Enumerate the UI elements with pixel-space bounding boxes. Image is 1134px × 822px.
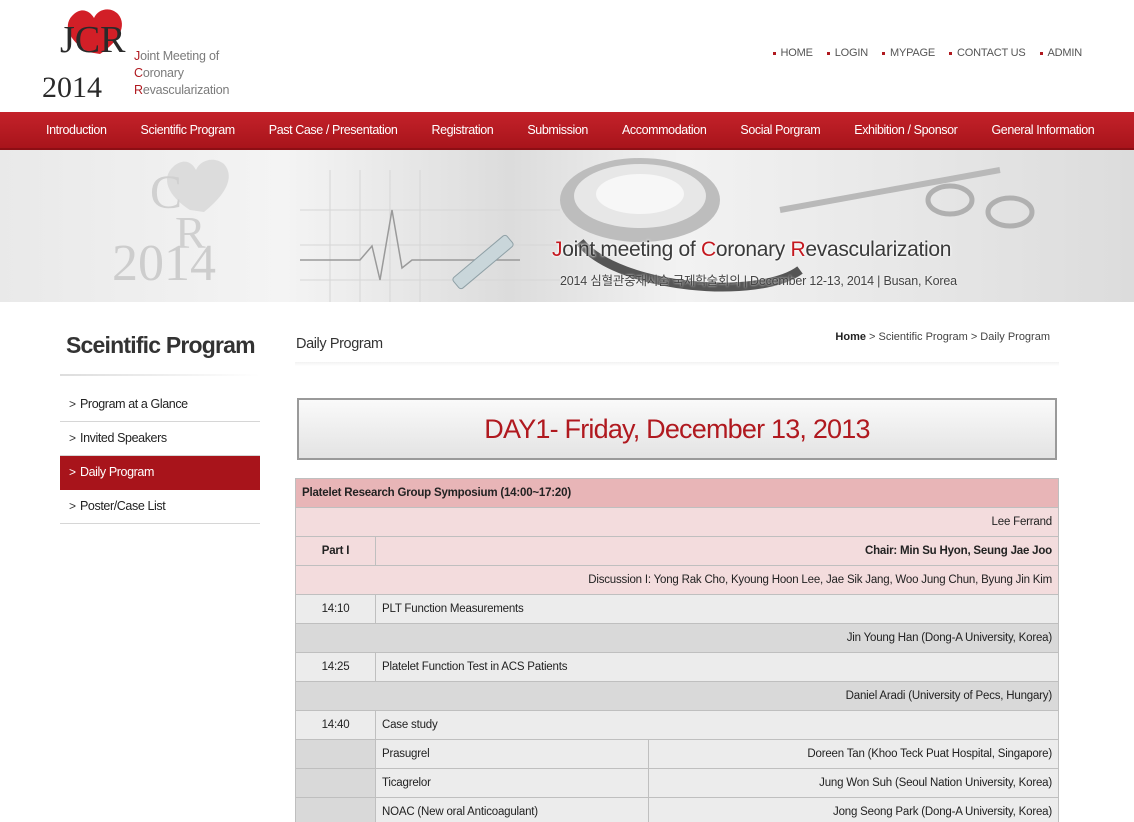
nav-accommodation[interactable]: Accommodation [622, 123, 707, 137]
table-row: 14:25 Platelet Function Test in ACS Pati… [295, 652, 1059, 682]
breadcrumb-home[interactable]: Home [835, 331, 866, 343]
nav-registration[interactable]: Registration [431, 123, 493, 137]
nav-submission[interactable]: Submission [527, 123, 588, 137]
nav-past-case[interactable]: Past Case / Presentation [269, 123, 398, 137]
breadcrumb: Home > Scientific Program > Daily Progra… [835, 331, 1050, 343]
admin-link[interactable]: ADMIN [1039, 47, 1082, 59]
banner-title: Joint meeting of Coronary Revascularizat… [552, 238, 952, 261]
nav-general-information[interactable]: General Information [991, 123, 1094, 137]
case-speaker: Jong Seong Park (Dong-A University, Kore… [648, 797, 1059, 822]
table-row: Daniel Aradi (University of Pecs, Hungar… [295, 681, 1059, 711]
site-header: JCR 2014 Joint Meeting of Coronary Revas… [0, 0, 1134, 112]
bullet-icon [1039, 51, 1043, 55]
case-title: Prasugrel [375, 739, 649, 769]
table-row: Platelet Research Group Symposium (14:00… [295, 478, 1059, 508]
talk-title: Case study [375, 710, 1059, 740]
sidebar-item-invited-speakers[interactable]: > Invited Speakers [60, 422, 260, 456]
utility-links: HOME LOGIN MYPAGE CONTACT US ADMIN [772, 47, 1082, 59]
logo-letter-c: JCR [60, 19, 126, 61]
table-row: 14:40 Case study [295, 710, 1059, 740]
logo-mark-icon: JCR 2014 [42, 9, 126, 104]
table-row: 14:10 PLT Function Measurements [295, 594, 1059, 624]
logo-initial-c: C [134, 66, 143, 80]
sidebar-item-daily-program[interactable]: > Daily Program [60, 456, 260, 490]
nav-social-program[interactable]: Social Porgram [740, 123, 820, 137]
table-row: Jin Young Han (Dong-A University, Korea) [295, 623, 1059, 653]
nav-introduction[interactable]: Introduction [46, 123, 107, 137]
chevron-right-icon: > [69, 431, 76, 445]
talk-speaker: Daniel Aradi (University of Pecs, Hungar… [295, 681, 1059, 711]
session-organizer: Lee Ferrand [295, 507, 1059, 537]
part-label: Part I [295, 536, 376, 566]
logo-line2: oronary [142, 66, 184, 80]
logo-initial-r: R [134, 83, 143, 97]
nav-scientific-program[interactable]: Scientific Program [141, 123, 236, 137]
talk-title: PLT Function Measurements [375, 594, 1059, 624]
session-header: Platelet Research Group Symposium (14:00… [295, 478, 1059, 508]
talk-time: 14:10 [295, 594, 376, 624]
table-row: Lee Ferrand [295, 507, 1059, 537]
program-table: Platelet Research Group Symposium (14:00… [295, 478, 1059, 822]
banner-subtitle: 2014 심혈관중재시술 국제학술회의 | December 12-13, 20… [560, 274, 957, 288]
empty-cell [295, 768, 376, 798]
login-link[interactable]: LOGIN [826, 47, 868, 59]
logo-line1: oint Meeting of [140, 49, 220, 63]
table-row: Discussion I: Yong Rak Cho, Kyoung Hoon … [295, 565, 1059, 595]
nav-exhibition-sponsor[interactable]: Exhibition / Sponsor [854, 123, 958, 137]
talk-time: 14:25 [295, 652, 376, 682]
case-title: Ticagrelor [375, 768, 649, 798]
talk-title: Platelet Function Test in ACS Patients [375, 652, 1059, 682]
day-heading-box: DAY1- Friday, December 13, 2013 [297, 398, 1057, 460]
divider [295, 362, 1059, 366]
chevron-right-icon: > [69, 499, 76, 513]
logo-year: 2014 [42, 71, 102, 104]
talk-speaker: Jin Young Han (Dong-A University, Korea) [295, 623, 1059, 653]
chevron-right-icon: > [69, 465, 76, 479]
part-chair: Chair: Min Su Hyon, Seung Jae Joo [375, 536, 1059, 566]
site-logo[interactable]: JCR 2014 Joint Meeting of Coronary Revas… [38, 4, 238, 104]
main-nav: Introduction Scientific Program Past Cas… [0, 112, 1134, 150]
home-link[interactable]: HOME [772, 47, 813, 59]
sidebar-menu: > Program at a Glance > Invited Speakers >… [60, 388, 260, 524]
contact-us-link[interactable]: CONTACT US [949, 47, 1026, 59]
banner-watermark-year: 2014 [112, 235, 216, 292]
sidebar-title: Sceintific Program [66, 332, 256, 358]
hero-banner: C R 2014 Joint meeting of Coronary Revas… [0, 150, 1134, 302]
logo-line3: evascularization [142, 83, 230, 97]
case-speaker: Doreen Tan (Khoo Teck Puat Hospital, Sin… [648, 739, 1059, 769]
divider [60, 374, 260, 376]
bullet-icon [826, 51, 830, 55]
chevron-right-icon: > [69, 397, 76, 411]
bullet-icon [881, 51, 885, 55]
day-title: DAY1- Friday, December 13, 2013 [484, 414, 870, 444]
table-row: Part I Chair: Min Su Hyon, Seung Jae Joo [295, 536, 1059, 566]
case-title: NOAC (New oral Anticoagulant) [375, 797, 649, 822]
logo-text: Joint Meeting of Coronary Revascularizat… [134, 48, 229, 99]
sidebar-item-poster-case-list[interactable]: > Poster/Case List [60, 490, 260, 524]
discussion-panel: Discussion I: Yong Rak Cho, Kyoung Hoon … [295, 565, 1059, 595]
case-speaker: Jung Won Suh (Seoul Nation University, K… [648, 768, 1059, 798]
talk-time: 14:40 [295, 710, 376, 740]
table-row: Ticagrelor Jung Won Suh (Seoul Nation Un… [295, 768, 1059, 798]
empty-cell [295, 797, 376, 822]
bullet-icon [949, 51, 953, 55]
breadcrumb-path: > Scientific Program > Daily Program [865, 331, 1050, 343]
bullet-icon [772, 51, 776, 55]
table-row: NOAC (New oral Anticoagulant) Jong Seong… [295, 797, 1059, 822]
mypage-link[interactable]: MYPAGE [881, 47, 935, 59]
empty-cell [295, 739, 376, 769]
sidebar-item-program-at-a-glance[interactable]: > Program at a Glance [60, 388, 260, 422]
page-title: Daily Program [296, 336, 383, 352]
table-row: Prasugrel Doreen Tan (Khoo Teck Puat Hos… [295, 739, 1059, 769]
